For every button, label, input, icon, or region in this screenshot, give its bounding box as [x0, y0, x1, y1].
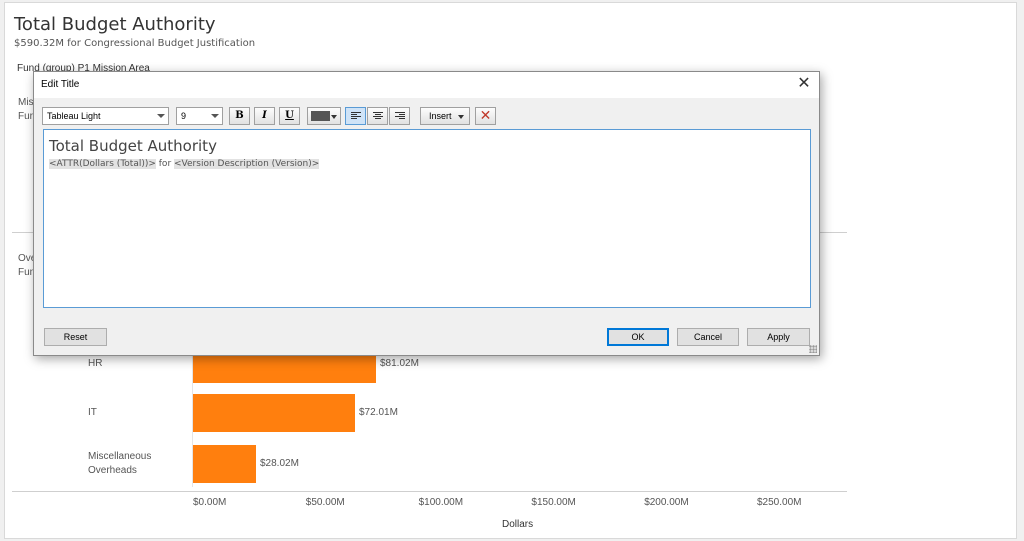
- resize-grip-icon[interactable]: [809, 345, 817, 353]
- category-label: HR: [88, 357, 102, 371]
- edit-title-dialog: Edit Title ✕ Tableau Light 9 B I U Inser…: [33, 71, 820, 356]
- font-size-value: 9: [181, 111, 187, 121]
- editor-title-text[interactable]: Total Budget Authority: [49, 137, 217, 155]
- x-tick-label: $200.00M: [644, 497, 689, 508]
- dialog-title: Edit Title: [41, 79, 80, 90]
- insert-label: Insert: [429, 111, 452, 121]
- connector-text: for: [155, 159, 175, 169]
- page-title[interactable]: Total Budget Authority: [14, 14, 216, 35]
- dialog-titlebar[interactable]: Edit Title ✕: [34, 72, 819, 98]
- bar-value-label: $72.01M: [359, 407, 398, 418]
- category-label-line: HR: [88, 358, 103, 369]
- bold-button[interactable]: B: [229, 107, 250, 125]
- clear-icon: ✕: [479, 108, 492, 124]
- align-right-icon: [395, 112, 405, 121]
- category-label-line: IT: [88, 407, 97, 418]
- x-tick-label: $100.00M: [418, 497, 464, 508]
- bar-value-label: $28.02M: [260, 458, 299, 469]
- x-tick-label: $150.00M: [531, 497, 576, 508]
- row-label-partial-1: Mis: [18, 97, 34, 108]
- apply-button[interactable]: Apply: [747, 328, 810, 346]
- align-left-icon: [351, 112, 361, 121]
- font-color-button[interactable]: [307, 107, 341, 125]
- close-icon[interactable]: ✕: [795, 75, 813, 93]
- color-swatch: [311, 111, 330, 121]
- category-label-line: Overheads: [88, 465, 137, 476]
- align-center-icon: [373, 112, 383, 121]
- field-token-version[interactable]: <Version Description (Version)>: [174, 159, 320, 169]
- underline-button[interactable]: U: [279, 107, 300, 125]
- row-label-partial-2: Fur: [18, 111, 33, 122]
- page-subtitle: $590.32M for Congressional Budget Justif…: [14, 38, 256, 49]
- italic-button[interactable]: I: [254, 107, 275, 125]
- chevron-down-icon: [211, 114, 219, 118]
- font-family-value: Tableau Light: [47, 111, 101, 121]
- chevron-down-icon: [458, 115, 464, 119]
- x-axis-title: Dollars: [502, 519, 534, 530]
- bar-value-label: $81.02M: [380, 358, 419, 369]
- chevron-down-icon: [157, 114, 165, 118]
- chevron-down-icon: [331, 115, 337, 119]
- bar-miscellaneous-overheads[interactable]: [193, 445, 256, 483]
- align-left-button[interactable]: [345, 107, 366, 125]
- font-size-select[interactable]: 9: [176, 107, 223, 125]
- cancel-button[interactable]: Cancel: [677, 328, 739, 346]
- editor-subtitle-line[interactable]: <ATTR(Dollars (Total))> for <Version Des…: [49, 159, 320, 169]
- category-label: Miscellaneous Overheads: [88, 450, 151, 478]
- category-label-line: Miscellaneous: [88, 451, 152, 462]
- align-center-button[interactable]: [367, 107, 388, 125]
- reset-button[interactable]: Reset: [44, 328, 107, 346]
- x-tick-label: $50.00M: [305, 497, 345, 508]
- ok-button[interactable]: OK: [607, 328, 669, 346]
- x-tick-label: $0.00M: [193, 497, 227, 508]
- font-family-select[interactable]: Tableau Light: [42, 107, 169, 125]
- axis-line: [12, 491, 847, 492]
- insert-button[interactable]: Insert: [420, 107, 470, 125]
- field-token-dollars[interactable]: <ATTR(Dollars (Total))>: [49, 159, 156, 169]
- clear-formatting-button[interactable]: ✕: [475, 107, 496, 125]
- category-label: IT: [88, 406, 97, 420]
- title-text-editor[interactable]: Total Budget Authority <ATTR(Dollars (To…: [43, 129, 811, 308]
- align-right-button[interactable]: [389, 107, 410, 125]
- x-tick-label: $250.00M: [757, 497, 802, 508]
- bar-it[interactable]: [193, 394, 355, 432]
